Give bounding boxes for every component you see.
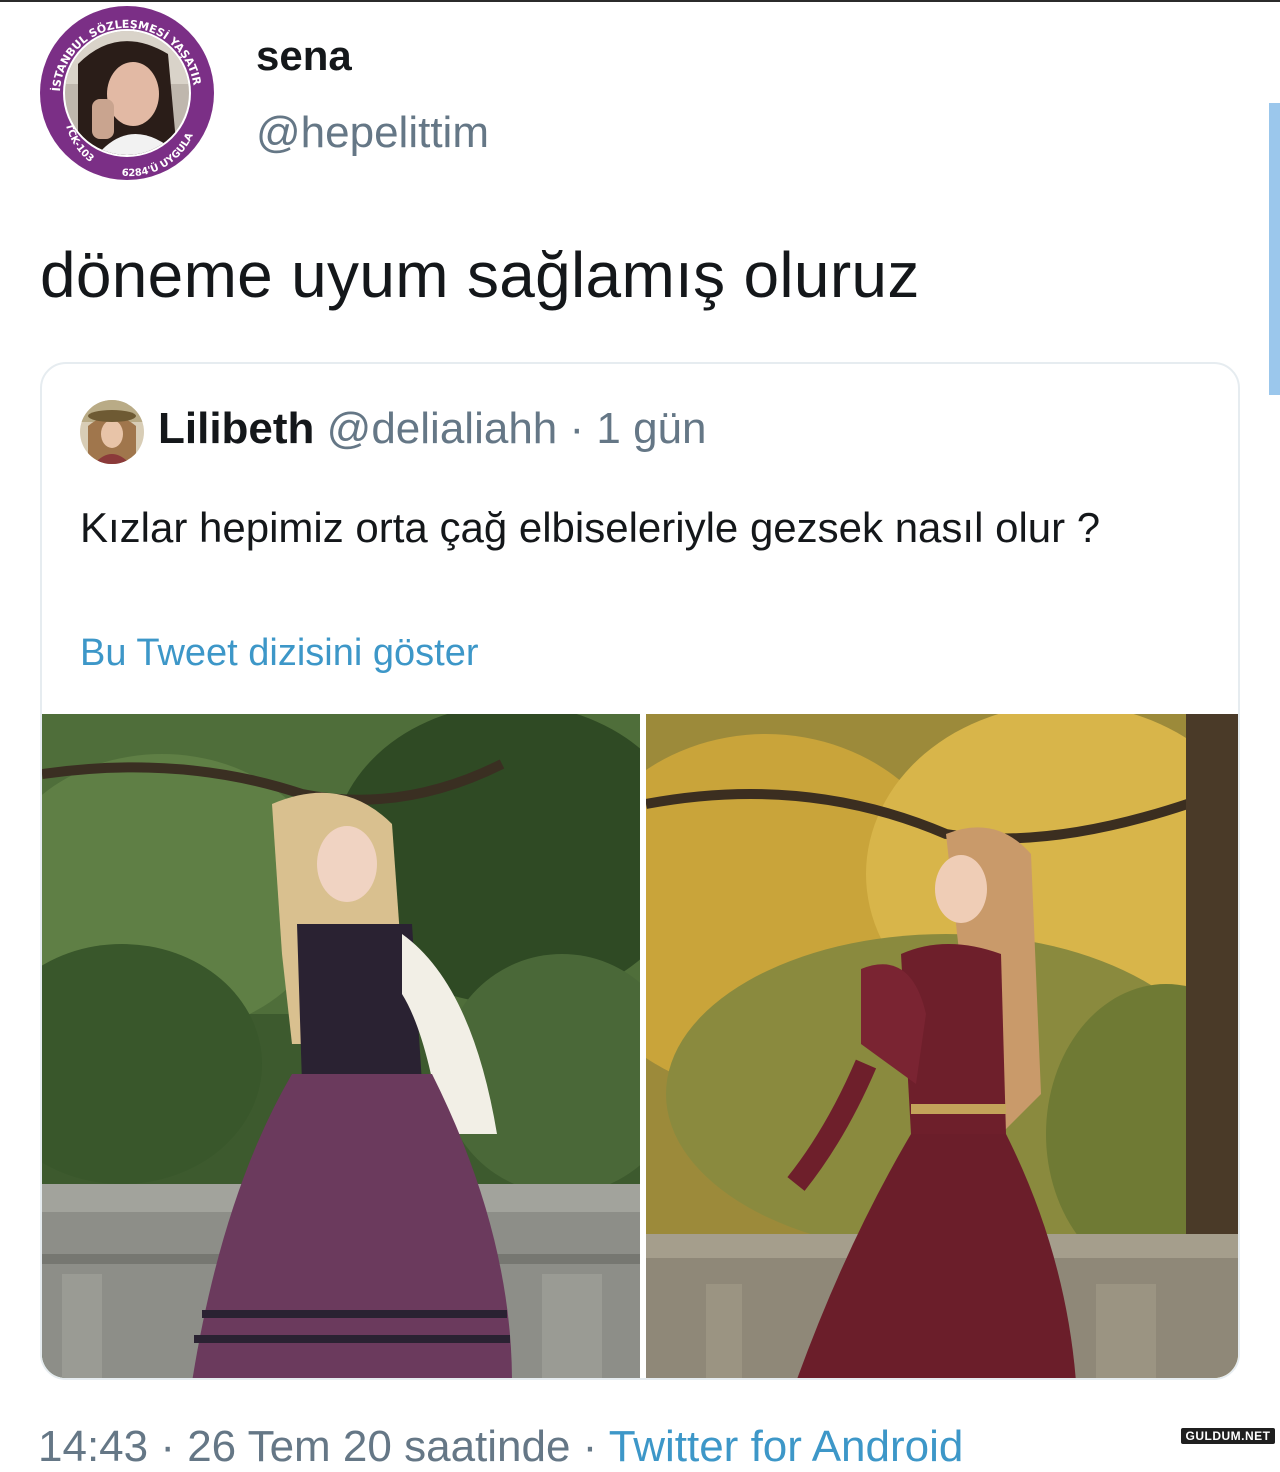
photo-woman-burgundy-dress[interactable] — [646, 714, 1240, 1380]
quoted-avatar-icon[interactable] — [80, 400, 144, 464]
quoted-timestamp[interactable]: 1 gün — [596, 404, 706, 453]
author-handle[interactable]: @hepelittim — [256, 108, 489, 158]
scrollbar[interactable] — [1269, 103, 1280, 395]
tweet-text: döneme uyum sağlamış oluruz — [40, 239, 920, 311]
tweet-meta-footer: 14:43 · 26 Tem 20 saatinde · Twitter for… — [38, 1422, 963, 1472]
show-thread-link[interactable]: Bu Tweet dizisini göster — [80, 632, 479, 675]
quoted-handle[interactable]: @delialiahh — [327, 404, 558, 453]
quoted-tweet-text: Kızlar hepimiz orta çağ elbiseleriyle ge… — [80, 504, 1101, 551]
photo-woman-purple-dress[interactable] — [42, 714, 640, 1380]
quoted-display-name[interactable]: Lilibeth — [158, 404, 314, 453]
quoted-tweet-header: Lilibeth @delialiahh · 1 gün — [158, 404, 707, 454]
quoted-tweet-card[interactable]: Lilibeth @delialiahh · 1 gün Kızlar hepi… — [40, 362, 1240, 1380]
top-divider — [0, 0, 1280, 2]
site-watermark: GULDUM.NET — [1181, 1428, 1275, 1444]
author-display-name[interactable]: sena — [256, 32, 352, 80]
profile-avatar-icon[interactable]: İSTANBUL SÖZLEŞMESİ YAŞATIR TCK-103 6284… — [38, 4, 216, 182]
quoted-separator: · — [569, 404, 585, 453]
